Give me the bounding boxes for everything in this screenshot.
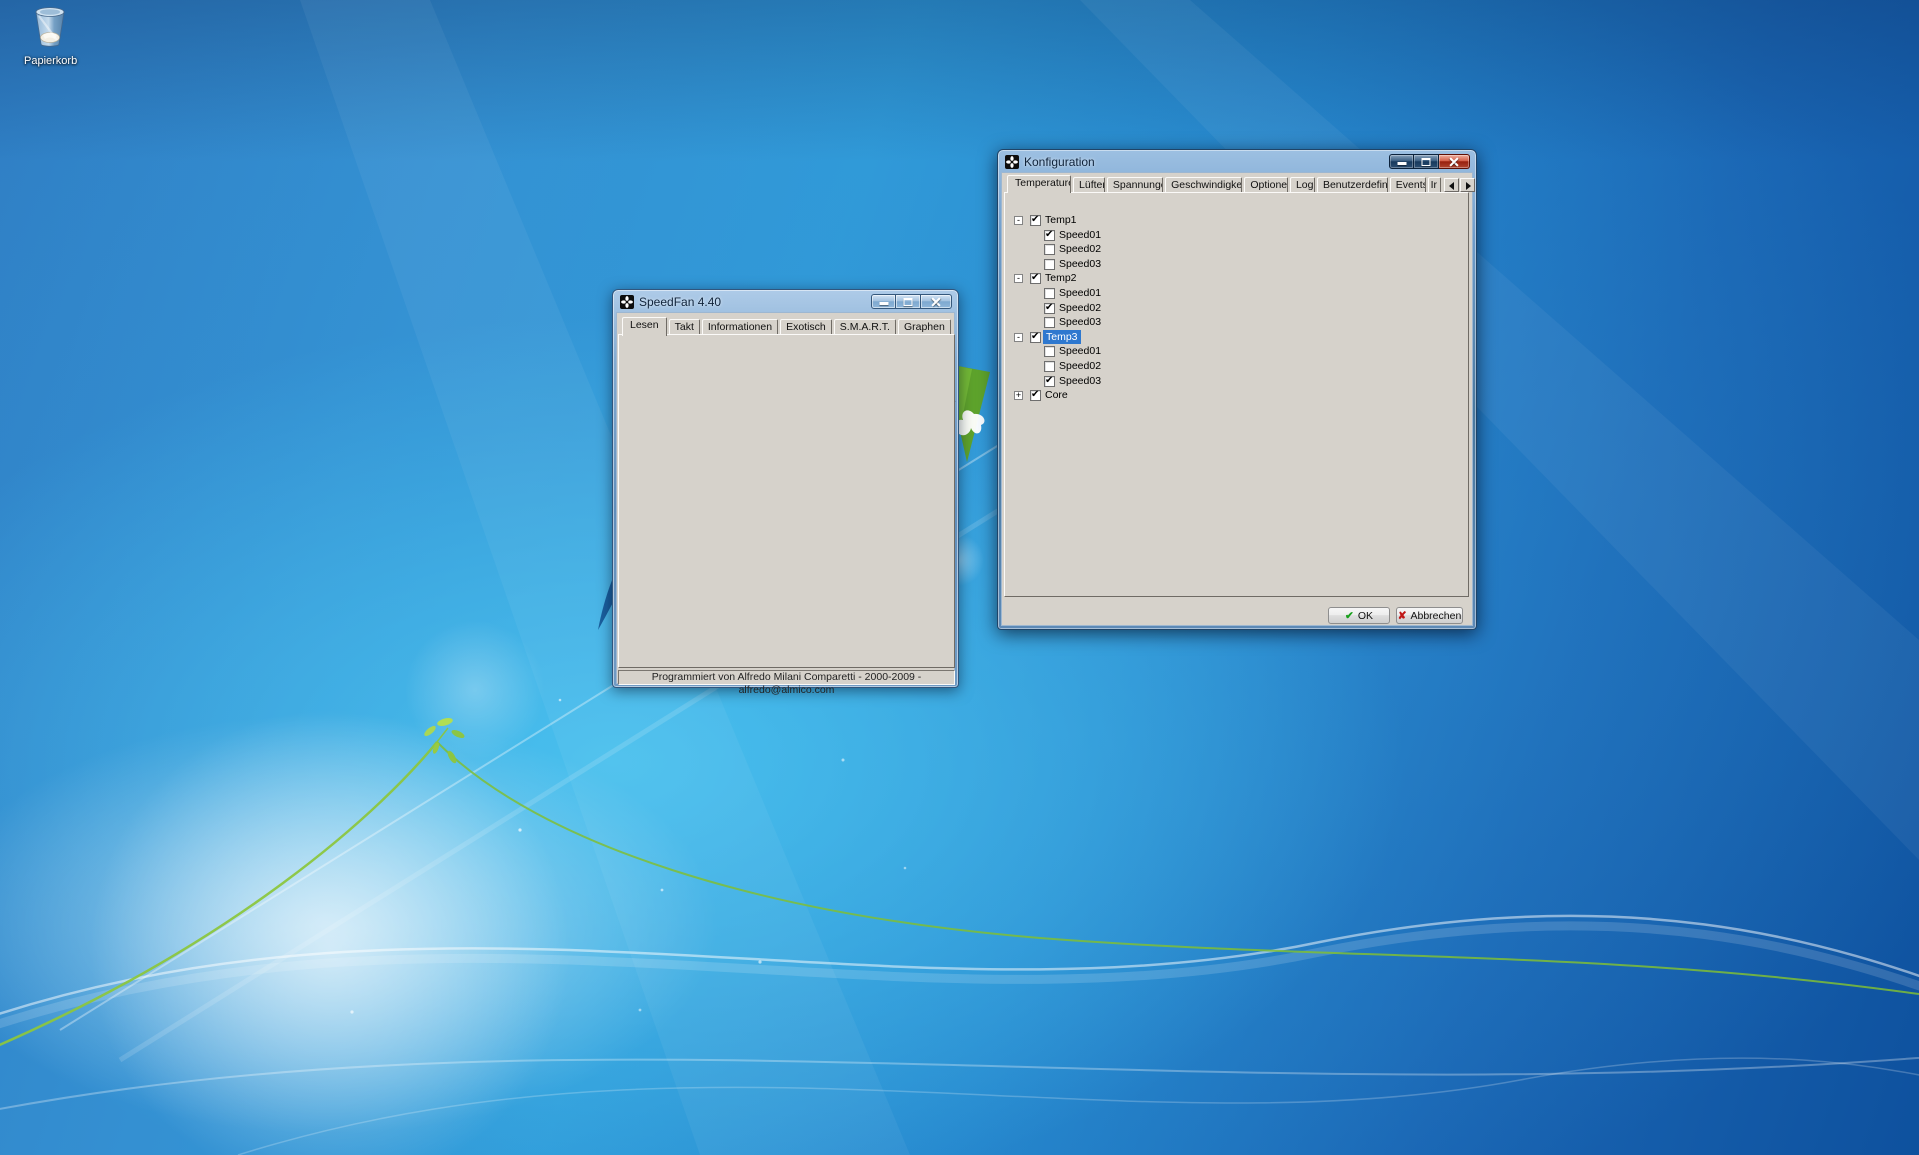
tab-graphen[interactable]: Graphen bbox=[898, 319, 951, 335]
row-checkbox[interactable] bbox=[1044, 303, 1055, 314]
maximize-button[interactable] bbox=[1414, 154, 1439, 169]
row-checkbox[interactable] bbox=[1044, 244, 1055, 255]
row-name: Speed03 bbox=[1059, 374, 1101, 389]
konfiguration-titlebar[interactable]: Konfiguration bbox=[998, 150, 1476, 173]
row-checkbox[interactable] bbox=[1030, 390, 1041, 401]
recycle-bin-icon bbox=[33, 6, 67, 48]
speedfan-logo-icon bbox=[620, 295, 634, 309]
row-checkbox[interactable] bbox=[1030, 273, 1041, 284]
tab-optionen[interactable]: Optionen bbox=[1244, 177, 1288, 193]
row-name: Speed03 bbox=[1059, 257, 1101, 272]
tab-scroll-right-icon[interactable] bbox=[1460, 178, 1475, 192]
desktop-wallpaper: Papierkorb SpeedFan 4.40 bbox=[0, 0, 1919, 1155]
row-checkbox[interactable] bbox=[1044, 259, 1055, 270]
minimize-button[interactable] bbox=[1389, 154, 1414, 169]
maximize-icon bbox=[904, 298, 913, 306]
tab-geschwindigkeiten[interactable]: Geschwindigkeiten bbox=[1165, 177, 1242, 193]
tab-smart[interactable]: S.M.A.R.T. bbox=[834, 319, 896, 335]
maximize-icon bbox=[1422, 158, 1431, 166]
tab-benutzerdefiniert[interactable]: Benutzerdefiniert bbox=[1317, 177, 1388, 193]
green-check-icon: ✔ bbox=[1345, 610, 1354, 622]
row-name: Speed02 bbox=[1059, 359, 1101, 374]
collapse-icon[interactable]: - bbox=[1014, 216, 1023, 225]
ok-button-label: OK bbox=[1358, 610, 1373, 622]
ok-button[interactable]: ✔ OK bbox=[1328, 607, 1390, 624]
lesen-tab-page bbox=[618, 334, 955, 668]
tab-scroll-left-icon[interactable] bbox=[1444, 178, 1459, 192]
row-name: Speed01 bbox=[1059, 344, 1101, 359]
red-cross-icon: ✘ bbox=[1398, 610, 1407, 622]
speedfan-logo-icon bbox=[1005, 155, 1019, 169]
tab-events[interactable]: Events bbox=[1390, 177, 1426, 193]
row-name: Speed02 bbox=[1059, 301, 1101, 316]
speedfan-tabstrip: Lesen Takt Informationen Exotisch S.M.A.… bbox=[622, 316, 953, 335]
row-checkbox[interactable] bbox=[1044, 361, 1055, 372]
recycle-bin-label: Papierkorb bbox=[24, 55, 76, 67]
row-name: Speed01 bbox=[1059, 286, 1101, 301]
close-button[interactable] bbox=[1439, 154, 1470, 169]
row-name: Speed02 bbox=[1059, 242, 1101, 257]
expand-icon[interactable]: + bbox=[1014, 391, 1023, 400]
maximize-button[interactable] bbox=[896, 294, 921, 309]
row-name: Core bbox=[1045, 388, 1068, 403]
row-name: Speed01 bbox=[1059, 228, 1101, 243]
row-checkbox[interactable] bbox=[1044, 288, 1055, 299]
collapse-icon[interactable]: - bbox=[1014, 333, 1023, 342]
speedfan-client-area: Lesen Takt Informationen Exotisch S.M.A.… bbox=[617, 313, 954, 683]
minimize-icon bbox=[1397, 162, 1406, 165]
speedfan-window: SpeedFan 4.40 Lesen Takt Informationen E… bbox=[612, 289, 959, 688]
row-checkbox[interactable] bbox=[1044, 376, 1055, 387]
tab-luefter[interactable]: Lüfter bbox=[1073, 177, 1105, 193]
row-name: Temp2 bbox=[1045, 271, 1077, 286]
row-checkbox[interactable] bbox=[1030, 215, 1041, 226]
row-checkbox[interactable] bbox=[1044, 317, 1055, 328]
tab-log[interactable]: Log bbox=[1290, 177, 1315, 193]
speedfan-window-title: SpeedFan 4.40 bbox=[639, 295, 721, 309]
tab-lesen[interactable]: Lesen bbox=[622, 317, 667, 336]
cancel-button-label: Abbrechen bbox=[1411, 610, 1462, 622]
desktop-icon-recycle-bin[interactable]: Papierkorb bbox=[24, 6, 76, 67]
minimize-button[interactable] bbox=[871, 294, 896, 309]
tab-internet-truncated[interactable]: Ir bbox=[1428, 177, 1441, 193]
close-button[interactable] bbox=[921, 294, 952, 309]
row-name: Speed03 bbox=[1059, 315, 1101, 330]
tab-exotisch[interactable]: Exotisch bbox=[780, 319, 832, 335]
wallpaper-art bbox=[0, 0, 1919, 1155]
collapse-icon[interactable]: - bbox=[1014, 274, 1023, 283]
tab-spannungen[interactable]: Spannungen bbox=[1107, 177, 1163, 193]
konfiguration-client-area: Temperaturen Lüfter Spannungen Geschwind… bbox=[1002, 173, 1472, 625]
abbrechen-button[interactable]: ✘ Abbrechen bbox=[1396, 607, 1463, 624]
row-name: Temp1 bbox=[1045, 213, 1077, 228]
speedfan-titlebar[interactable]: SpeedFan 4.40 bbox=[613, 290, 958, 313]
tab-informationen[interactable]: Informationen bbox=[702, 319, 778, 335]
konfiguration-window-title: Konfiguration bbox=[1024, 155, 1095, 169]
speedfan-statusbar: Programmiert von Alfredo Milani Comparet… bbox=[618, 670, 955, 685]
tab-takt[interactable]: Takt bbox=[669, 319, 700, 335]
row-checkbox[interactable] bbox=[1044, 346, 1055, 357]
minimize-icon bbox=[879, 302, 888, 305]
tab-temperaturen[interactable]: Temperaturen bbox=[1007, 175, 1071, 193]
konfiguration-tabstrip: Temperaturen Lüfter Spannungen Geschwind… bbox=[1007, 174, 1443, 193]
row-checkbox[interactable] bbox=[1030, 332, 1041, 343]
konfiguration-window: Konfiguration Temperaturen Lüfter Spannu… bbox=[997, 149, 1477, 630]
row-checkbox[interactable] bbox=[1044, 230, 1055, 241]
row-name-selected: Temp3 bbox=[1043, 330, 1081, 345]
